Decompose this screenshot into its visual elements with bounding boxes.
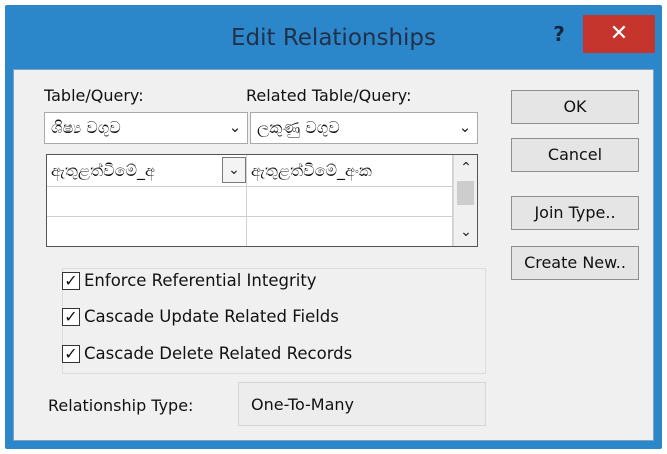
field-mapping-grid: ඇතුළත්වීමේ_අ ⌄ ඇතුළත්වීමේ_අංක ⌃ ⌄ bbox=[46, 154, 478, 247]
chevron-down-icon: ⌄ bbox=[228, 118, 242, 136]
cascade-delete-checkbox[interactable]: ✓ Cascade Delete Related Records bbox=[62, 343, 492, 369]
check-icon[interactable]: ✓ bbox=[62, 308, 80, 326]
grid-cell-value: ඇතුළත්වීමේ_අ bbox=[51, 161, 155, 180]
grid-vertical-scrollbar[interactable]: ⌃ ⌄ bbox=[453, 155, 477, 246]
close-icon: ✕ bbox=[609, 21, 629, 46]
related-table-query-dropdown[interactable]: ලකුණු වගුව ⌄ bbox=[250, 112, 478, 144]
table-query-dropdown[interactable]: ශිෂ්‍ය වගුව ⌄ bbox=[44, 112, 248, 144]
chevron-down-icon[interactable]: ⌄ bbox=[222, 157, 246, 183]
cascade-update-checkbox[interactable]: ✓ Cascade Update Related Fields bbox=[62, 306, 492, 332]
enforce-integrity-checkbox[interactable]: ✓ Enforce Referential Integrity bbox=[62, 270, 492, 296]
join-type-button[interactable]: Join Type.. bbox=[511, 196, 639, 230]
enforce-integrity-label: Enforce Referential Integrity bbox=[84, 271, 317, 290]
chevron-up-icon[interactable]: ⌃ bbox=[454, 157, 478, 179]
related-table-query-label: Related Table/Query: bbox=[246, 86, 412, 105]
ok-button[interactable]: OK bbox=[511, 90, 639, 124]
grid-cell-value: ඇතුළත්වීමේ_අංක bbox=[251, 161, 372, 180]
table-query-value: ශිෂ්‍ය වගුව bbox=[51, 118, 121, 137]
relationship-type-label: Relationship Type: bbox=[48, 396, 194, 415]
related-table-query-value: ලකුණු වගුව bbox=[257, 118, 340, 137]
relationship-type-value: One-To-Many bbox=[251, 395, 355, 414]
cascade-delete-label: Cascade Delete Related Records bbox=[84, 344, 353, 363]
grid-cell-right-1[interactable]: ඇතුළත්වීමේ_අංක bbox=[247, 155, 453, 187]
grid-cell-left-3[interactable] bbox=[47, 217, 247, 246]
chevron-down-icon: ⌄ bbox=[458, 118, 472, 136]
chevron-down-icon[interactable]: ⌄ bbox=[454, 221, 478, 243]
check-icon[interactable]: ✓ bbox=[62, 345, 80, 363]
cancel-button[interactable]: Cancel bbox=[511, 138, 639, 172]
cascade-update-label: Cascade Update Related Fields bbox=[84, 307, 339, 326]
dialog-client-area: Table/Query: Related Table/Query: ශිෂ්‍ය… bbox=[13, 69, 654, 441]
create-new-button[interactable]: Create New.. bbox=[511, 246, 639, 280]
grid-cell-left-2[interactable] bbox=[47, 187, 247, 217]
edit-relationships-dialog: Edit Relationships ? ✕ Table/Query: Rela… bbox=[5, 5, 662, 449]
scrollbar-thumb[interactable] bbox=[457, 181, 474, 205]
relationship-type-box: One-To-Many bbox=[238, 382, 486, 426]
grid-cell-left-1[interactable]: ඇතුළත්වීමේ_අ ⌄ bbox=[47, 155, 247, 187]
grid-cell-right-3[interactable] bbox=[247, 217, 453, 246]
close-button[interactable]: ✕ bbox=[583, 15, 655, 53]
check-icon[interactable]: ✓ bbox=[62, 272, 80, 290]
title-bar[interactable]: Edit Relationships ? ✕ bbox=[5, 5, 662, 69]
table-query-label: Table/Query: bbox=[44, 86, 144, 105]
help-button[interactable]: ? bbox=[541, 19, 577, 49]
grid-cell-right-2[interactable] bbox=[247, 187, 453, 217]
